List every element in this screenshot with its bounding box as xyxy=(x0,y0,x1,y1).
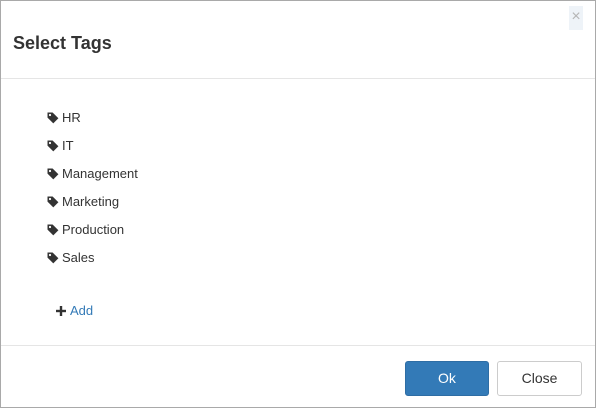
tag-icon xyxy=(47,112,59,124)
tag-icon xyxy=(47,196,59,208)
tag-item-management[interactable]: Management xyxy=(47,165,138,193)
tag-item-marketing[interactable]: Marketing xyxy=(47,193,138,221)
tag-label: Production xyxy=(62,222,125,237)
ok-button[interactable]: Ok xyxy=(405,361,489,396)
tag-item-production[interactable]: Production xyxy=(47,221,138,249)
close-button[interactable]: Close xyxy=(497,361,582,396)
tag-label: HR xyxy=(62,110,81,125)
tag-icon xyxy=(47,168,59,180)
plus-icon xyxy=(56,306,66,316)
tag-icon xyxy=(47,224,59,236)
tag-list: HR IT Management Marketing Production Sa… xyxy=(47,109,138,277)
tag-icon xyxy=(47,140,59,152)
tag-item-it[interactable]: IT xyxy=(47,137,138,165)
dialog-footer: Ok Close xyxy=(1,345,595,407)
tag-item-hr[interactable]: HR xyxy=(47,109,138,137)
tag-label: IT xyxy=(62,138,74,153)
tag-item-sales[interactable]: Sales xyxy=(47,249,138,277)
tag-label: Sales xyxy=(62,250,95,265)
dialog-title: Select Tags xyxy=(13,33,112,53)
tag-label: Marketing xyxy=(62,194,120,209)
tag-label: Management xyxy=(62,166,138,181)
tag-icon xyxy=(47,252,59,264)
dialog-header: Select Tags × xyxy=(1,1,595,79)
add-tag-link[interactable]: Add xyxy=(56,302,93,320)
add-tag-label: Add xyxy=(70,303,94,318)
dialog-body: HR IT Management Marketing Production Sa… xyxy=(1,80,595,345)
close-icon[interactable]: × xyxy=(569,6,583,30)
select-tags-dialog: Select Tags × HR IT Management Marketing… xyxy=(0,0,596,408)
